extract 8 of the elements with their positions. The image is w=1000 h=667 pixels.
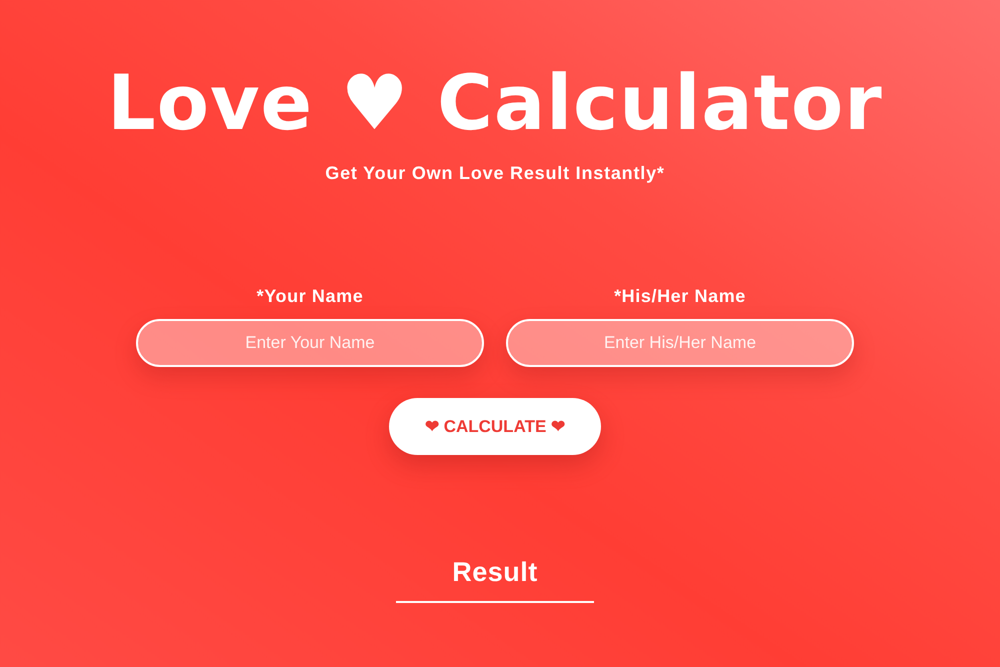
calculate-button[interactable]: ❤ CALCULATE ❤: [389, 398, 601, 455]
field-label: *His/Her Name: [614, 286, 746, 306]
name-input[interactable]: Enter Your Name: [136, 319, 484, 367]
name-input[interactable]: Enter His/Her Name: [506, 319, 854, 367]
result-heading: Result: [452, 556, 538, 588]
field-label: *Your Name: [256, 286, 364, 306]
tagline: Get Your Own Love Result Instantly*: [325, 162, 665, 184]
page-title: Love ♥ Calculator: [107, 58, 883, 148]
